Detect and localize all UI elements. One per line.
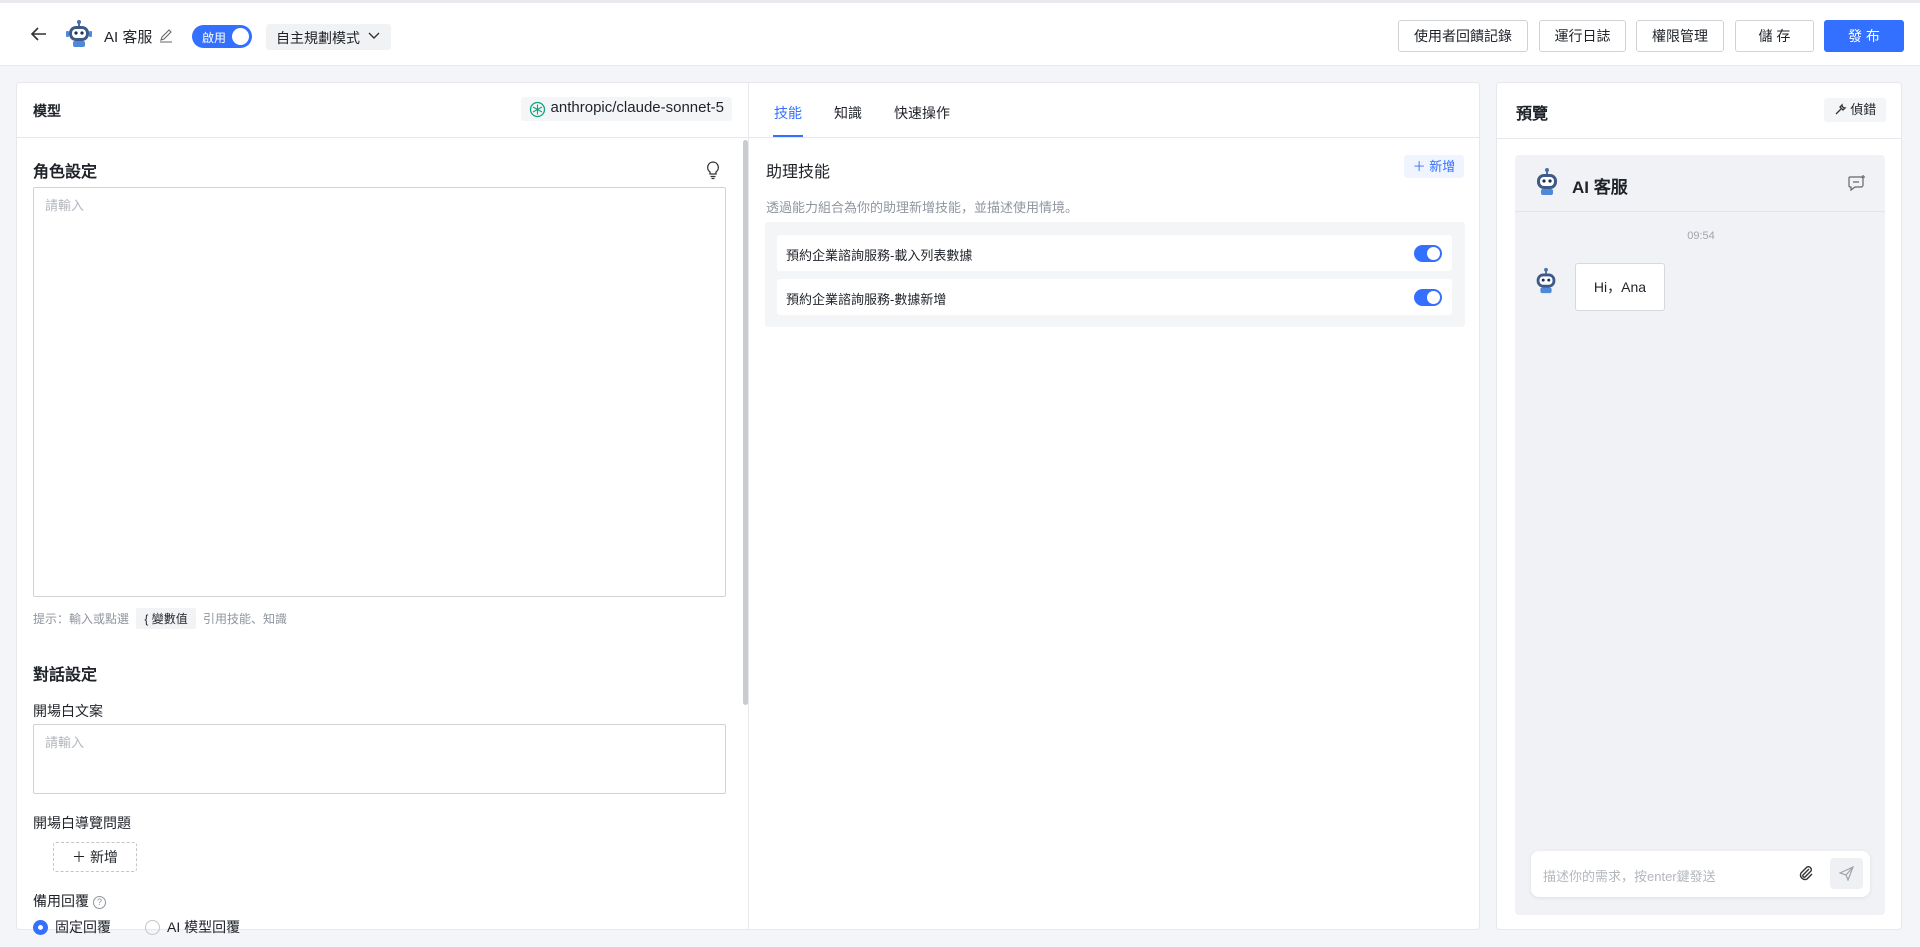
guide-label: 開場白導覽問題 — [33, 815, 131, 831]
top-bar: AI 客服 啟用 自主規劃模式 使用者回饋記錄 運行日誌 權限管理 儲 存 發 … — [0, 0, 1920, 66]
chat-bot-name: AI 客服 — [1572, 178, 1628, 197]
model-row: 模型 anthropic/claude-sonnet-5 — [16, 82, 748, 138]
radio-fixed-reply[interactable]: 固定回覆 — [33, 917, 111, 937]
model-provider-icon — [529, 101, 546, 118]
hint-prefix: 提示：輸入或點選 — [33, 612, 130, 626]
add-skill-button[interactable]: ＋ 新增 — [1404, 155, 1464, 178]
chat-input-placeholder: 描述你的需求，按enter鍵發送 — [1543, 869, 1716, 884]
add-skill-label: 新增 — [1429, 159, 1456, 174]
chat-input[interactable]: 描述你的需求，按enter鍵發送 — [1531, 851, 1870, 897]
radio-ai-label: AI 模型回覆 — [167, 919, 241, 935]
panel-divider — [748, 82, 749, 930]
opening-label: 開場白文案 — [33, 703, 103, 719]
bot-message-bubble: Hi，Ana — [1575, 263, 1665, 311]
run-log-button[interactable]: 運行日誌 — [1539, 20, 1626, 52]
radio-dot — [33, 920, 48, 935]
role-title: 角色設定 — [33, 164, 98, 181]
skills-title: 助理技能 — [766, 164, 831, 181]
send-icon — [1839, 866, 1854, 881]
plus-icon: ＋ — [72, 849, 90, 865]
new-chat-icon[interactable] — [1847, 173, 1867, 193]
fallback-label: 備用回覆 — [33, 893, 89, 909]
send-button[interactable] — [1830, 858, 1863, 889]
toggle-knob — [232, 28, 249, 45]
skill-toggle[interactable] — [1414, 289, 1442, 306]
app-title: AI 客服 — [104, 29, 153, 46]
wrench-icon — [1834, 102, 1851, 117]
model-selector[interactable]: anthropic/claude-sonnet-5 — [520, 97, 732, 121]
variable-chip[interactable]: { 變數值 — [136, 608, 196, 629]
edit-pencil-icon[interactable] — [158, 27, 174, 43]
radio-dot — [145, 920, 160, 935]
chevron-down-icon — [367, 29, 381, 46]
hint-text: 提示：輸入或點選 { 變數值 引用技能、知識 — [33, 608, 287, 629]
user-feedback-button[interactable]: 使用者回饋記錄 — [1398, 20, 1528, 52]
robot-avatar-icon — [1532, 167, 1562, 197]
role-textarea[interactable]: 請輸入 — [33, 187, 726, 597]
preview-header-divider — [1497, 138, 1901, 139]
mode-dropdown-value: 自主規劃模式 — [276, 30, 360, 46]
help-icon[interactable]: ? — [93, 896, 106, 909]
model-label: 模型 — [33, 103, 61, 119]
enable-toggle-label: 啟用 — [202, 31, 227, 45]
robot-avatar-icon — [64, 19, 94, 49]
message-time: 09:54 — [1687, 230, 1715, 242]
back-arrow-icon[interactable] — [30, 25, 50, 45]
radio-ai-reply[interactable]: AI 模型回覆 — [145, 917, 240, 937]
enable-toggle[interactable]: 啟用 — [192, 25, 252, 48]
save-button[interactable]: 儲 存 — [1735, 20, 1814, 52]
tab-skills[interactable]: 技能 — [774, 103, 802, 123]
paperclip-icon[interactable] — [1797, 864, 1815, 882]
preview-title: 預覽 — [1516, 106, 1549, 123]
robot-avatar-icon — [1532, 267, 1560, 295]
tab-knowledge[interactable]: 知識 — [834, 103, 862, 123]
publish-button[interactable]: 發 布 — [1824, 20, 1904, 52]
debug-button[interactable]: 偵錯 — [1824, 98, 1886, 122]
debug-label: 偵錯 — [1850, 102, 1877, 117]
plus-icon: ＋ — [1412, 159, 1430, 174]
skill-name: 預約企業諮詢服務-數據新增 — [786, 292, 947, 307]
skill-toggle[interactable] — [1414, 245, 1442, 262]
skill-item: 預約企業諮詢服務-載入列表數據 — [777, 235, 1452, 271]
toggle-knob — [1427, 291, 1440, 304]
permission-button[interactable]: 權限管理 — [1636, 20, 1724, 52]
mode-dropdown[interactable]: 自主規劃模式 — [266, 24, 391, 50]
opening-textarea[interactable]: 請輸入 — [33, 724, 726, 794]
model-value: anthropic/claude-sonnet-5 — [550, 99, 724, 116]
chat-header-divider — [1515, 211, 1885, 212]
lightbulb-icon[interactable] — [704, 160, 722, 180]
hint-suffix: 引用技能、知識 — [203, 612, 288, 626]
add-question-label: 新增 — [89, 849, 118, 865]
skill-name: 預約企業諮詢服務-載入列表數據 — [786, 248, 973, 263]
chat-window — [1515, 155, 1885, 915]
add-question-button[interactable]: ＋ 新增 — [53, 842, 137, 872]
radio-fixed-label: 固定回覆 — [55, 919, 111, 935]
tab-quick-actions[interactable]: 快速操作 — [894, 103, 950, 123]
skill-item: 預約企業諮詢服務-數據新增 — [777, 279, 1452, 315]
fallback-label-row: 備用回覆? — [33, 891, 106, 911]
toggle-knob — [1427, 247, 1440, 260]
active-tab-indicator — [773, 135, 803, 137]
scrollbar[interactable] — [743, 140, 748, 705]
skills-description: 透過能力組合為你的助理新增技能，並描述使用情境。 — [766, 200, 1079, 215]
dialog-title: 對話設定 — [33, 667, 98, 684]
